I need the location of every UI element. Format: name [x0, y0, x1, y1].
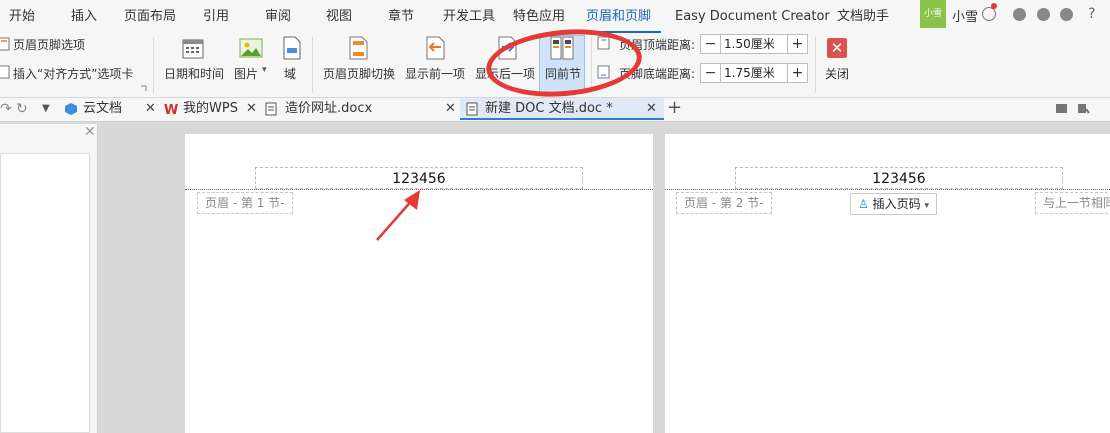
tab-easy-document-creator[interactable]: Easy Document Creator: [675, 0, 830, 33]
tab-references[interactable]: 引用: [203, 0, 229, 33]
header-top-plus-button[interactable]: +: [787, 34, 808, 54]
ribbon-separator: [815, 37, 816, 93]
smiley-icon[interactable]: [982, 7, 996, 21]
document-page-1[interactable]: 123456 页眉 - 第 1 节-: [185, 134, 653, 433]
tab-start[interactable]: 开始: [9, 0, 35, 33]
annotation-arrow-icon: [376, 190, 420, 241]
header-top-distance-input[interactable]: 1.50厘米: [721, 34, 788, 54]
picture-button[interactable]: 图片: [234, 65, 258, 82]
close-icon[interactable]: ✕: [827, 38, 847, 58]
doc-icon: [466, 102, 478, 116]
user-avatar[interactable]: 小雪: [920, 0, 946, 28]
header-footer-options-icon: [0, 37, 10, 51]
tab-review[interactable]: 审阅: [265, 0, 291, 33]
insert-align-tab-icon: [0, 65, 10, 79]
tab-header-footer[interactable]: 页眉和页脚: [576, 0, 662, 33]
wps-icon: W: [164, 103, 178, 116]
new-tab-icon[interactable]: +: [667, 97, 682, 118]
footer-bottom-distance-input[interactable]: 1.75厘米: [721, 63, 788, 83]
close-tab-icon[interactable]: ✕: [646, 98, 657, 120]
user-name[interactable]: 小雪: [952, 6, 978, 25]
footer-bottom-plus-button[interactable]: +: [787, 63, 808, 83]
header-section-tag: 页眉 - 第 1 节-: [197, 192, 293, 214]
tab-insert[interactable]: 插入: [71, 0, 97, 33]
close-tab-icon[interactable]: ✕: [145, 98, 156, 120]
header-separator-line: [665, 189, 1110, 190]
header-footer-switch-button[interactable]: 页眉页脚切换: [323, 65, 395, 82]
help-icon[interactable]: ?: [1088, 6, 1095, 22]
tab-chapter[interactable]: 章节: [388, 0, 414, 33]
chevron-down-icon: ▾: [924, 201, 929, 211]
insert-page-number-button[interactable]: ♙ 插入页码 ▾: [850, 193, 937, 215]
settings-icon[interactable]: [1037, 8, 1050, 21]
document-tab-bar: ↷ ↻ ▼ 云文档 ✕ W 我的WPS ✕ 造价网址.docx ✕ 新建 DOC…: [0, 97, 1110, 122]
footer-bottom-minus-button[interactable]: −: [700, 63, 721, 83]
tab-doc-assistant[interactable]: 文档助手: [837, 0, 889, 33]
header-top-minus-button[interactable]: −: [700, 34, 721, 54]
close-tab-icon[interactable]: ✕: [246, 98, 257, 120]
doc-icon: [265, 102, 277, 116]
calendar-icon: [182, 39, 204, 59]
tab-developer[interactable]: 开发工具: [443, 0, 495, 33]
header-text[interactable]: 123456: [735, 167, 1063, 189]
svg-text:W: W: [164, 103, 178, 116]
pin-icon[interactable]: [1077, 103, 1090, 115]
ribbon-separator: [312, 37, 313, 93]
insert-page-number-label: 插入页码: [872, 197, 921, 211]
dialog-launcher-icon[interactable]: [140, 85, 147, 92]
tab-features[interactable]: 特色应用: [513, 0, 565, 33]
present-icon[interactable]: [1055, 103, 1068, 115]
close-header-footer-button[interactable]: 关闭: [825, 65, 849, 82]
show-previous-button[interactable]: 显示前一项: [405, 65, 465, 82]
page-number-icon: ♙: [858, 197, 869, 211]
field-button[interactable]: 域: [284, 65, 296, 82]
navigation-pane-content: [0, 153, 90, 433]
doc-tab-cloud[interactable]: 云文档: [83, 98, 122, 120]
field-icon: [283, 36, 301, 60]
redo-icon[interactable]: ↷: [0, 98, 12, 120]
document-page-2[interactable]: 123456 页眉 - 第 2 节- ♙ 插入页码 ▾ 与上一节相同: [665, 134, 1110, 433]
insert-align-tab-button[interactable]: 插入“对齐方式”选项卡: [13, 65, 133, 82]
header-section-tag: 页眉 - 第 2 节-: [676, 192, 772, 214]
menu-bar: 开始 插入 页面布局 引用 审阅 视图 章节 开发工具 特色应用 页眉和页脚 E…: [0, 0, 1110, 34]
doc-tab-my-wps[interactable]: 我的WPS: [183, 98, 238, 120]
picture-dropdown-icon[interactable]: ▾: [262, 65, 267, 75]
picture-icon: [239, 38, 263, 58]
same-as-previous-tag: 与上一节相同: [1035, 192, 1110, 214]
show-previous-icon: [426, 36, 445, 60]
close-tab-icon[interactable]: ✕: [445, 98, 456, 120]
share-icon[interactable]: [1060, 8, 1073, 21]
date-time-button[interactable]: 日期和时间: [164, 65, 224, 82]
doc-tab-cost-url[interactable]: 造价网址.docx: [285, 98, 372, 120]
navigation-pane: ✕: [0, 124, 98, 433]
close-pane-icon[interactable]: ✕: [84, 124, 96, 140]
skin-icon[interactable]: [1013, 8, 1026, 21]
notification-dot-icon: [991, 3, 997, 9]
header-footer-options-button[interactable]: 页眉页脚选项: [13, 36, 85, 53]
cloud-doc-icon: [65, 103, 77, 115]
doc-tab-new-doc[interactable]: 新建 DOC 文档.doc *: [485, 98, 613, 120]
refresh-icon[interactable]: ↻: [16, 98, 28, 120]
tab-page-layout[interactable]: 页面布局: [124, 0, 176, 33]
tab-view[interactable]: 视图: [326, 0, 352, 33]
header-footer-switch-icon: [349, 36, 368, 60]
ribbon-separator: [153, 37, 154, 93]
quick-access-dropdown-icon[interactable]: ▼: [42, 98, 50, 120]
